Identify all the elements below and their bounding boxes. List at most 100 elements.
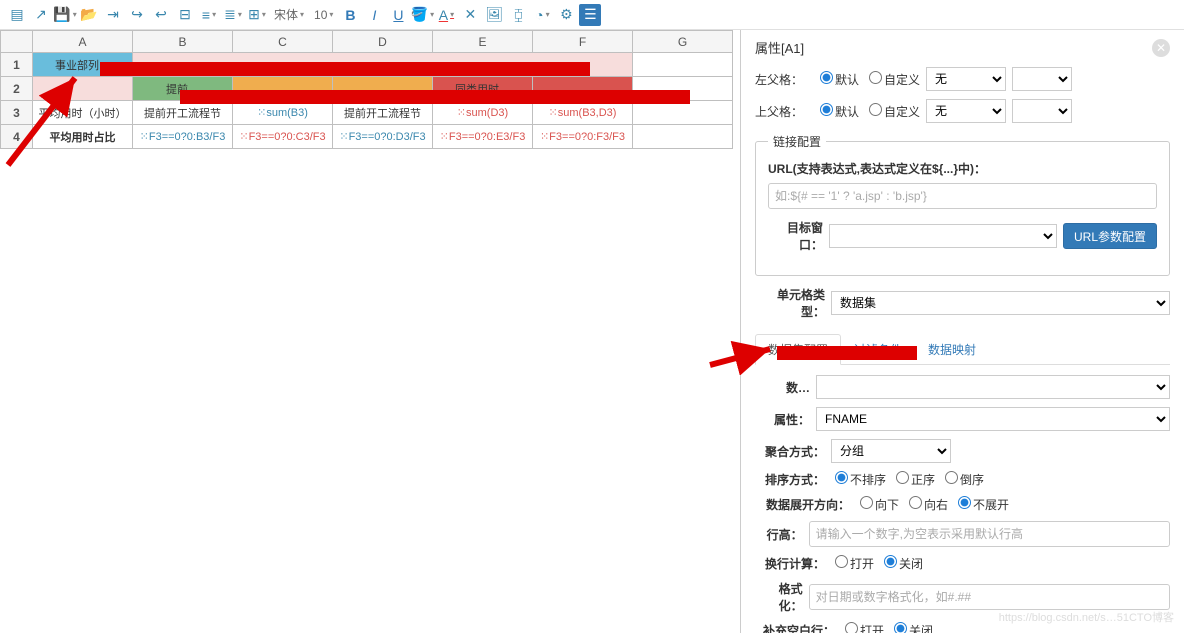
fill-on-radio — [845, 622, 858, 633]
expand-right-radio — [909, 496, 922, 509]
cell[interactable] — [233, 77, 333, 101]
properties-panel: 属性[A1] ✕ 左父格： 默认 自定义 无 上父格： 默认 自定义 无 链接配… — [740, 30, 1184, 633]
size-select[interactable]: 10▾ — [310, 8, 337, 22]
cell[interactable] — [633, 77, 733, 101]
row-header[interactable]: 1 — [1, 53, 33, 77]
cell[interactable]: 平均用时占比 — [33, 125, 133, 149]
tab-dataset[interactable]: 数据集配置 — [755, 334, 841, 365]
cell[interactable]: ⁙F3==0?0:F3/F3 — [533, 125, 633, 149]
left-parent-select[interactable]: 无 — [926, 67, 1006, 91]
halign-icon[interactable]: ≡▾ — [198, 4, 220, 26]
share-icon[interactable]: ↗ — [30, 4, 52, 26]
left-parent-custom-radio — [869, 71, 882, 84]
cell[interactable]: ⁙sum(B3,D3) — [533, 101, 633, 125]
fill-off-radio — [894, 622, 907, 633]
cell[interactable] — [633, 53, 733, 77]
valign-icon[interactable]: ≣▾ — [222, 4, 244, 26]
close-icon[interactable]: ✕ — [1152, 39, 1170, 57]
cell[interactable]: 事业部列… — [33, 53, 133, 77]
settings-icon[interactable]: ⚙ — [555, 4, 577, 26]
barcode-icon[interactable]: ⧮ — [507, 4, 529, 26]
top-parent-select[interactable]: 无 — [926, 99, 1006, 123]
row-header[interactable]: 2 — [1, 77, 33, 101]
import-icon[interactable]: ⇥ — [102, 4, 124, 26]
image-icon[interactable]: 🖼 — [483, 4, 505, 26]
underline-button[interactable]: U — [387, 4, 409, 26]
cell[interactable]: ⁙F3==0?0:B3/F3 — [133, 125, 233, 149]
fontcolor-icon[interactable]: A▾ — [435, 4, 457, 26]
font-select[interactable]: 宋体▾ — [270, 6, 308, 23]
clear-icon[interactable]: ✕ — [459, 4, 481, 26]
sort-none-radio — [835, 471, 848, 484]
link-config: 链接配置 URL(支持表达式,表达式定义在${...}中)： 目标窗口： URL… — [755, 133, 1170, 276]
cell[interactable]: 提前开工流程节 — [133, 101, 233, 125]
wrap-on-radio — [835, 555, 848, 568]
cell[interactable]: ⁙F3==0?0:C3/F3 — [233, 125, 333, 149]
chart-icon[interactable]: ◔▾ — [531, 4, 553, 26]
col-header[interactable]: C — [233, 31, 333, 53]
left-parent-default-radio — [820, 71, 833, 84]
bold-button[interactable]: B — [339, 4, 361, 26]
row-header[interactable]: 4 — [1, 125, 33, 149]
panel-title: 属性[A1] — [755, 38, 804, 57]
col-header[interactable]: B — [133, 31, 233, 53]
cell[interactable]: 提前… — [133, 77, 233, 101]
border-icon[interactable]: ⊞▾ — [246, 4, 268, 26]
save-icon[interactable]: 💾▾ — [54, 4, 76, 26]
sort-desc-radio — [945, 471, 958, 484]
props-icon[interactable]: ☰ — [579, 4, 601, 26]
top-parent-select2[interactable] — [1012, 99, 1072, 123]
col-header[interactable]: E — [433, 31, 533, 53]
watermark: https://blog.csdn.net/s…51CTO博客 — [999, 609, 1174, 625]
col-header[interactable]: A — [33, 31, 133, 53]
spreadsheet: ABCDEFG1事业部列…2提前…同类用时…3平均用时（小时）提前开工流程节⁙s… — [0, 30, 740, 633]
cell[interactable] — [33, 77, 133, 101]
sheet-table[interactable]: ABCDEFG1事业部列…2提前…同类用时…3平均用时（小时）提前开工流程节⁙s… — [0, 30, 733, 149]
cell[interactable]: ⁙sum(B3) — [233, 101, 333, 125]
sort-asc-radio — [896, 471, 909, 484]
cell[interactable] — [533, 77, 633, 101]
wrap-off-radio — [884, 555, 897, 568]
cell[interactable] — [633, 101, 733, 125]
toolbar: ▤ ↗ 💾▾ 📂 ⇥ ↪ ↩ ⊟ ≡▾ ≣▾ ⊞▾ 宋体▾ 10▾ B I U … — [0, 0, 1184, 30]
url-input[interactable] — [768, 183, 1157, 209]
redo-icon[interactable]: ↪ — [126, 4, 148, 26]
attr-select[interactable]: FNAME — [816, 407, 1170, 431]
row-height-input[interactable] — [809, 521, 1170, 547]
dataset-select[interactable] — [816, 375, 1170, 399]
col-header[interactable] — [1, 31, 33, 53]
preview-icon[interactable]: ▤ — [6, 4, 28, 26]
italic-button[interactable]: I — [363, 4, 385, 26]
cell-type-select[interactable]: 数据集 — [831, 291, 1170, 315]
cell[interactable]: ⁙F3==0?0:E3/F3 — [433, 125, 533, 149]
top-parent-default-radio — [820, 103, 833, 116]
cell[interactable] — [633, 125, 733, 149]
cell[interactable]: 平均用时（小时） — [33, 101, 133, 125]
cell[interactable]: 提前开工流程节 — [333, 101, 433, 125]
cell[interactable]: ⁙F3==0?0:D3/F3 — [333, 125, 433, 149]
remove-icon[interactable]: ⊟ — [174, 4, 196, 26]
col-header[interactable]: D — [333, 31, 433, 53]
target-window-select[interactable] — [829, 224, 1057, 248]
cell[interactable]: ⁙sum(D3) — [433, 101, 533, 125]
top-parent-custom-radio — [869, 103, 882, 116]
left-parent-row: 左父格： 默认 自定义 无 — [755, 67, 1170, 91]
url-label: URL(支持表达式,表达式定义在${...}中)： — [768, 160, 1157, 177]
open-icon[interactable]: 📂 — [78, 4, 100, 26]
undo-icon[interactable]: ↩ — [150, 4, 172, 26]
expand-none-radio — [958, 496, 971, 509]
row-header[interactable]: 3 — [1, 101, 33, 125]
tab-mapping[interactable]: 数据映射 — [915, 334, 989, 365]
fillcolor-icon[interactable]: 🪣▾ — [411, 4, 433, 26]
cell[interactable] — [133, 53, 633, 77]
cell[interactable] — [333, 77, 433, 101]
tab-filter[interactable]: 过滤条件 — [841, 334, 915, 365]
format-input[interactable] — [809, 584, 1170, 610]
col-header[interactable]: G — [633, 31, 733, 53]
cell[interactable]: 同类用时… — [433, 77, 533, 101]
left-parent-select2[interactable] — [1012, 67, 1072, 91]
agg-select[interactable]: 分组 — [831, 439, 951, 463]
url-params-button[interactable]: URL参数配置 — [1063, 223, 1157, 249]
subtabs: 数据集配置 过滤条件 数据映射 — [755, 334, 1170, 365]
col-header[interactable]: F — [533, 31, 633, 53]
